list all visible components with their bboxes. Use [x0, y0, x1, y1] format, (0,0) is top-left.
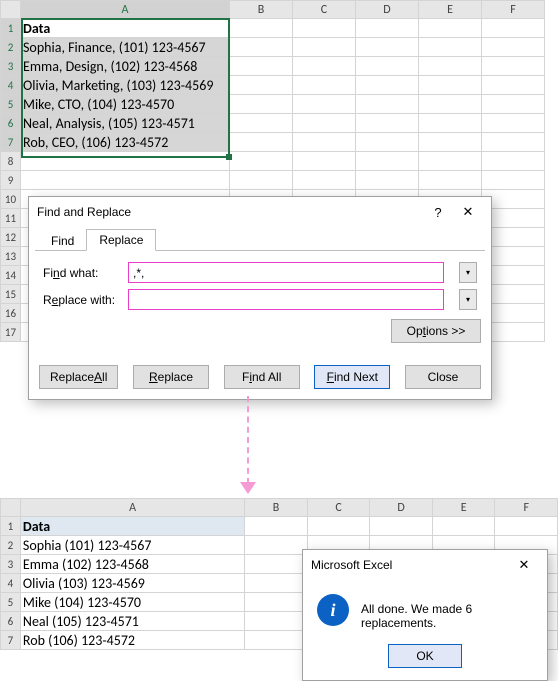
arrow-line	[247, 396, 249, 484]
msgbox-title: Microsoft Excel	[311, 558, 509, 572]
message-box: Microsoft Excel ✕ i All done. We made 6 …	[302, 549, 548, 681]
cell-A1[interactable]: Data	[21, 19, 230, 38]
row-header[interactable]: 2	[1, 536, 21, 555]
options-button[interactable]: Options >>	[391, 319, 481, 343]
col-header-A[interactable]: A	[21, 1, 230, 19]
close-icon[interactable]: ✕	[453, 200, 483, 224]
row-header[interactable]: 4	[1, 76, 21, 95]
cell-A2[interactable]: Sophia, Finance, (101) 123-4567	[21, 38, 230, 57]
cell-A1[interactable]: Data	[20, 517, 244, 536]
dialog-titlebar[interactable]: Find and Replace ? ✕	[29, 197, 491, 227]
row-header[interactable]: 3	[1, 57, 21, 76]
row-header[interactable]: 6	[1, 114, 21, 133]
col-header-B[interactable]: B	[245, 499, 308, 517]
dialog-buttons: Replace All Replace Find All Find Next C…	[29, 355, 491, 399]
find-next-button[interactable]: Find Next	[314, 365, 390, 389]
tab-find[interactable]: Find	[39, 231, 86, 251]
options-row: Options >>	[29, 313, 491, 349]
row-header[interactable]: 5	[1, 593, 21, 612]
row-header[interactable]: 7	[1, 133, 21, 152]
find-what-row: Find what: ▾	[29, 259, 491, 286]
tab-replace[interactable]: Replace	[86, 229, 156, 251]
row-header[interactable]: 2	[1, 38, 21, 57]
col-header-C[interactable]: C	[307, 499, 370, 517]
close-icon[interactable]: ✕	[509, 553, 539, 577]
cell-A3[interactable]: Emma (102) 123-4568	[20, 555, 244, 574]
find-replace-dialog: Find and Replace ? ✕ Find Replace Find w…	[28, 196, 492, 400]
row-header[interactable]: 14	[1, 266, 21, 285]
replace-with-row: Replace with: ▾	[29, 286, 491, 313]
replace-all-button[interactable]: Replace All	[39, 365, 118, 389]
find-what-label: Find what:	[43, 266, 128, 280]
select-all-corner[interactable]	[1, 499, 21, 517]
row-header[interactable]: 1	[1, 517, 21, 536]
arrow-head-icon	[240, 482, 256, 494]
col-header-D[interactable]: D	[356, 1, 419, 19]
col-header-C[interactable]: C	[293, 1, 356, 19]
replace-with-label: Replace with:	[43, 293, 128, 307]
info-icon: i	[317, 594, 349, 626]
row-header[interactable]: 3	[1, 555, 21, 574]
col-header-A[interactable]: A	[20, 499, 244, 517]
cell-A4[interactable]: Olivia, Marketing, (103) 123-4569	[21, 76, 230, 95]
cell-A5[interactable]: Mike (104) 123-4570	[20, 593, 244, 612]
cell-A7[interactable]: Rob, CEO, (106) 123-4572	[21, 133, 230, 152]
find-all-button[interactable]: Find All	[224, 365, 300, 389]
msgbox-titlebar[interactable]: Microsoft Excel ✕	[303, 550, 547, 580]
find-what-input[interactable]	[128, 262, 444, 283]
select-all-corner[interactable]	[1, 1, 21, 19]
msgbox-text: All done. We made 6 replacements.	[361, 594, 533, 630]
row-header[interactable]: 16	[1, 304, 21, 323]
row-header[interactable]: 15	[1, 285, 21, 304]
row-header[interactable]: 5	[1, 95, 21, 114]
row-header[interactable]: 11	[1, 209, 21, 228]
col-header-E[interactable]: E	[432, 499, 495, 517]
row-header[interactable]: 4	[1, 574, 21, 593]
help-button[interactable]: ?	[423, 200, 453, 224]
col-header-D[interactable]: D	[370, 499, 433, 517]
col-header-F[interactable]: F	[482, 1, 545, 19]
row-header[interactable]: 7	[1, 631, 21, 650]
tab-strip: Find Replace	[29, 227, 491, 251]
row-header[interactable]: 9	[1, 171, 21, 190]
ok-button[interactable]: OK	[388, 644, 462, 668]
cell-A6[interactable]: Neal, Analysis, (105) 123-4571	[21, 114, 230, 133]
cell-A3[interactable]: Emma, Design, (102) 123-4568	[21, 57, 230, 76]
dialog-title: Find and Replace	[37, 205, 423, 219]
row-header[interactable]: 12	[1, 228, 21, 247]
close-button[interactable]: Close	[405, 365, 481, 389]
col-header-F[interactable]: F	[495, 499, 558, 517]
cell-A5[interactable]: Mike, CTO, (104) 123-4570	[21, 95, 230, 114]
cell-A7[interactable]: Rob (106) 123-4572	[20, 631, 244, 650]
cell-A2[interactable]: Sophia (101) 123-4567	[20, 536, 244, 555]
replace-with-input[interactable]	[128, 289, 444, 310]
find-history-dropdown[interactable]: ▾	[459, 262, 477, 283]
row-header[interactable]: 8	[1, 152, 21, 171]
row-header[interactable]: 1	[1, 19, 21, 38]
replace-history-dropdown[interactable]: ▾	[459, 289, 477, 310]
cell-A4[interactable]: Olivia (103) 123-4569	[20, 574, 244, 593]
col-header-E[interactable]: E	[419, 1, 482, 19]
row-header[interactable]: 17	[1, 323, 21, 342]
row-header[interactable]: 10	[1, 190, 21, 209]
row-header[interactable]: 13	[1, 247, 21, 266]
replace-button[interactable]: Replace	[133, 365, 209, 389]
col-header-B[interactable]: B	[230, 1, 293, 19]
